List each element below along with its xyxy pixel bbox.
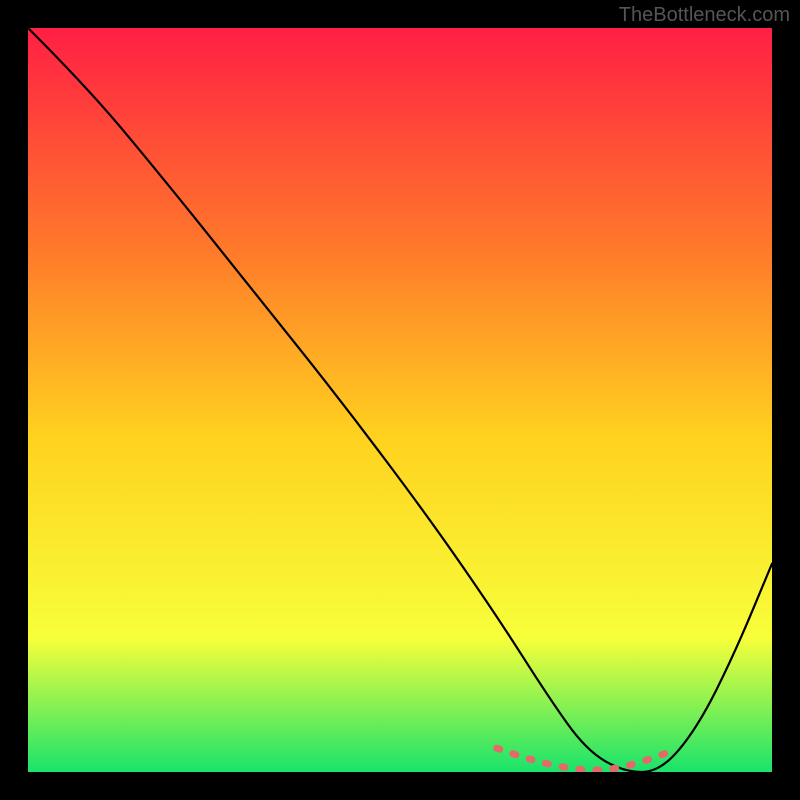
gradient-background — [28, 28, 772, 772]
watermark-text: TheBottleneck.com — [619, 4, 790, 27]
chart-svg — [28, 28, 772, 772]
chart-container: TheBottleneck.com — [0, 0, 800, 800]
plot-area — [28, 28, 772, 772]
